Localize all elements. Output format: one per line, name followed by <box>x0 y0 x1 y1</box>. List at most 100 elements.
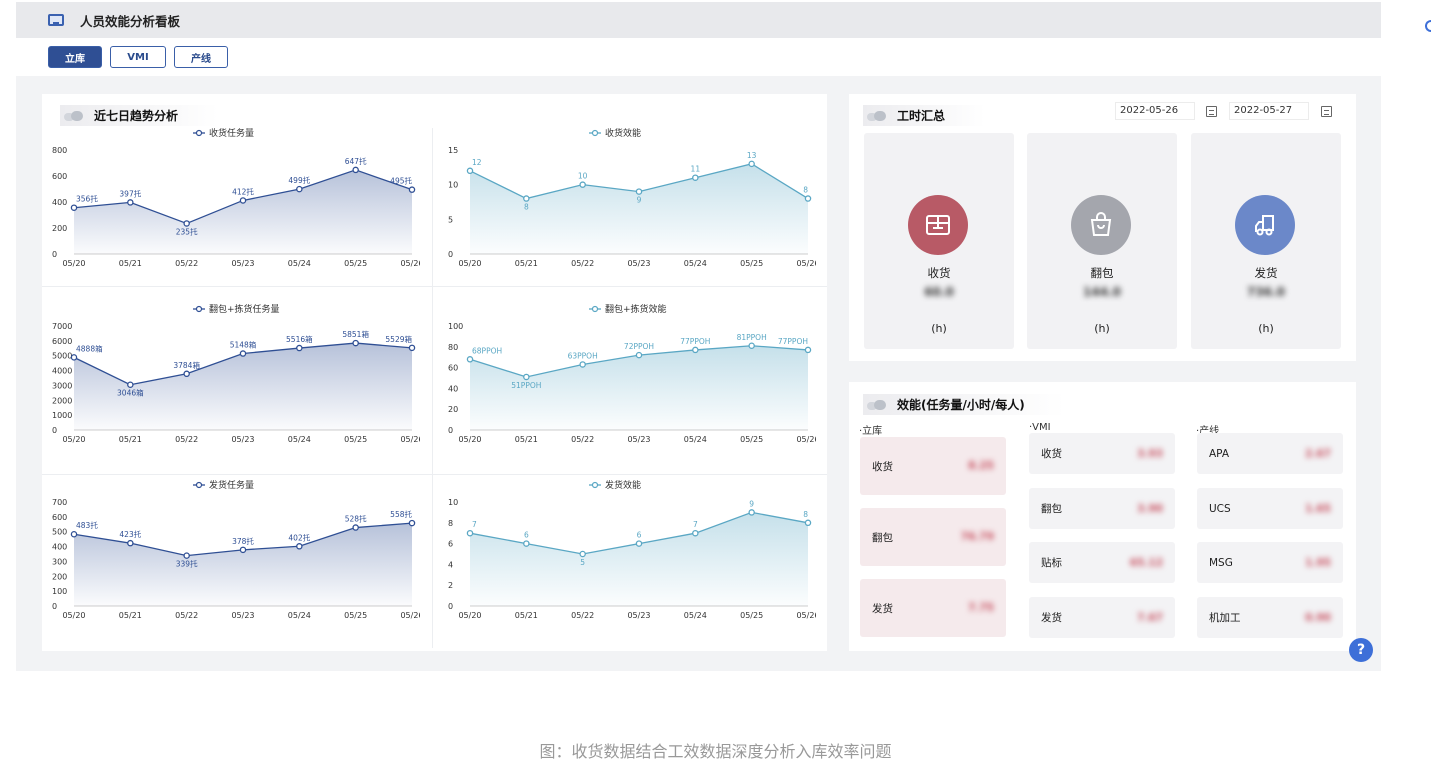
x-tick-label: 05/23 <box>627 259 650 268</box>
eff-item-value: 2.67 <box>1305 447 1331 460</box>
data-point <box>523 540 530 547</box>
x-tick-label: 05/24 <box>288 611 311 620</box>
efficiency-title-text: 效能(任务量/小时/每人) <box>897 398 1025 412</box>
eff-item-value: 1.65 <box>1305 502 1331 515</box>
eff-item: 机加工 0.90 <box>1197 597 1343 638</box>
bag-icon <box>1071 195 1131 255</box>
date-start-input[interactable]: 2022-05-26 <box>1115 102 1195 120</box>
data-point <box>70 530 78 538</box>
data-label: 7 <box>693 520 698 529</box>
y-tick-label: 800 <box>52 146 67 155</box>
y-tick-label: 400 <box>52 543 67 552</box>
column-label-vmi: ·VMI <box>1029 422 1051 433</box>
data-label: 423托 <box>119 529 141 539</box>
x-tick-label: 05/21 <box>119 611 142 620</box>
data-point <box>183 220 190 227</box>
data-point <box>408 519 416 527</box>
data-point <box>296 344 303 352</box>
divider-vertical <box>432 128 433 648</box>
x-tick-label: 05/25 <box>740 259 763 268</box>
chart-shipping-efficiency: 发货效能 0 2 4 6 8 10 05/20 05/21 05/22 05/23 05/24 05/2… <box>446 476 816 626</box>
y-tick-label: 4 <box>448 560 453 569</box>
legend-marker-dot <box>591 129 599 137</box>
side-tab-icon[interactable] <box>1425 20 1431 32</box>
eff-item: UCS 1.65 <box>1197 488 1343 529</box>
data-label: 647托 <box>345 156 367 166</box>
eff-item: 收货 3.93 <box>1029 433 1175 474</box>
data-point <box>692 346 699 354</box>
series-area <box>470 163 808 254</box>
eff-item-name: 贴标 <box>1041 557 1062 569</box>
divider-horizontal <box>42 286 827 287</box>
data-point <box>466 167 474 175</box>
x-tick-label: 05/26 <box>796 435 816 444</box>
eff-item: 贴标 65.12 <box>1029 542 1175 583</box>
data-point <box>692 529 699 537</box>
chart-receiving-volume: 收货任务量 0 200 400 600 800 05/20 05/21 05/22 05/23 05… <box>50 124 420 274</box>
chart-svg: 翻包+拣货效能 0 20 40 60 80 100 05/20 05/21 05/22 05/23 0… <box>448 303 816 444</box>
data-point <box>748 160 755 168</box>
help-button[interactable]: ? <box>1349 638 1373 662</box>
data-point <box>239 546 247 554</box>
chart-pack-pick-efficiency: 翻包+拣货效能 0 20 40 60 80 100 05/20 05/21 05/22 05/23 0… <box>446 300 816 450</box>
data-point <box>804 346 812 354</box>
data-point <box>127 539 134 547</box>
chart-shipping-volume: 发货任务量 0 100 200 300 400 500 600 700 05/20 05/21 05/… <box>50 476 420 626</box>
data-point <box>635 540 643 547</box>
y-tick-label: 7000 <box>52 322 72 331</box>
y-tick-label: 3000 <box>52 381 72 390</box>
data-point <box>352 524 359 531</box>
tab-vmi[interactable]: VMI <box>110 46 166 68</box>
y-tick-label: 200 <box>52 572 67 581</box>
tab-chanxian[interactable]: 产线 <box>174 46 228 68</box>
data-point <box>127 199 134 206</box>
data-point <box>579 361 586 368</box>
data-point <box>183 370 190 378</box>
data-label: 339托 <box>176 559 198 569</box>
data-label: 81PPOH <box>737 333 767 342</box>
trend-panel: 近七日趋势分析 收货任务量 0 200 400 600 800 05/20 05/21 05/2… <box>42 94 827 651</box>
x-tick-label: 05/23 <box>231 259 254 268</box>
calendar-icon[interactable] <box>1206 106 1217 117</box>
work-label: 收货 <box>927 266 951 280</box>
eff-item-name: 收货 <box>1041 448 1062 460</box>
y-tick-label: 6000 <box>52 337 72 346</box>
data-point <box>408 344 416 352</box>
y-tick-label: 2 <box>448 581 453 590</box>
data-label: 9 <box>749 499 754 508</box>
data-label: 5148箱 <box>230 340 257 350</box>
data-point <box>523 373 530 381</box>
work-value: 736.0 <box>1247 285 1285 299</box>
efficiency-panel: 效能(任务量/小时/每人) ·立库 ·VMI ·产线 收货 8.25 翻包 76… <box>849 382 1356 651</box>
data-label: 4888箱 <box>76 343 103 353</box>
legend-marker-dot <box>195 305 203 313</box>
chart-receiving-efficiency: 收货效能 0 5 10 15 05/20 05/21 05/22 05/23 05/24 05/25… <box>446 124 816 274</box>
y-tick-label: 0 <box>52 602 57 611</box>
x-tick-label: 05/24 <box>288 435 311 444</box>
eff-item: MSG 1.95 <box>1197 542 1343 583</box>
data-label: 5 <box>580 558 585 567</box>
y-tick-label: 0 <box>448 602 453 611</box>
tab-liku[interactable]: 立库 <box>48 46 102 68</box>
date-end-input[interactable]: 2022-05-27 <box>1229 102 1309 120</box>
eff-item-name: 翻包 <box>872 531 893 544</box>
work-card-repacking: 翻包 144.0 (h) <box>1027 133 1177 349</box>
box-icon <box>908 195 968 255</box>
eff-item-value: 8.25 <box>968 460 994 472</box>
data-label: 77PPOH <box>778 337 808 346</box>
data-point <box>692 174 699 181</box>
work-card-receiving: 收货 60.0 (h) <box>864 133 1014 349</box>
x-tick-label: 05/22 <box>175 611 198 620</box>
y-tick-label: 0 <box>52 426 57 435</box>
x-tick-label: 05/26 <box>400 611 420 620</box>
eff-item-value: 7.67 <box>1137 611 1163 624</box>
tab-bar: 立库 VMI 产线 <box>48 46 228 68</box>
x-tick-label: 05/20 <box>458 611 481 620</box>
calendar-icon[interactable] <box>1321 106 1332 117</box>
x-tick-label: 05/22 <box>175 435 198 444</box>
y-tick-label: 40 <box>448 384 458 393</box>
data-label: 483托 <box>76 520 98 530</box>
data-point <box>804 195 812 202</box>
data-point <box>748 509 755 516</box>
work-value: 60.0 <box>924 285 954 299</box>
